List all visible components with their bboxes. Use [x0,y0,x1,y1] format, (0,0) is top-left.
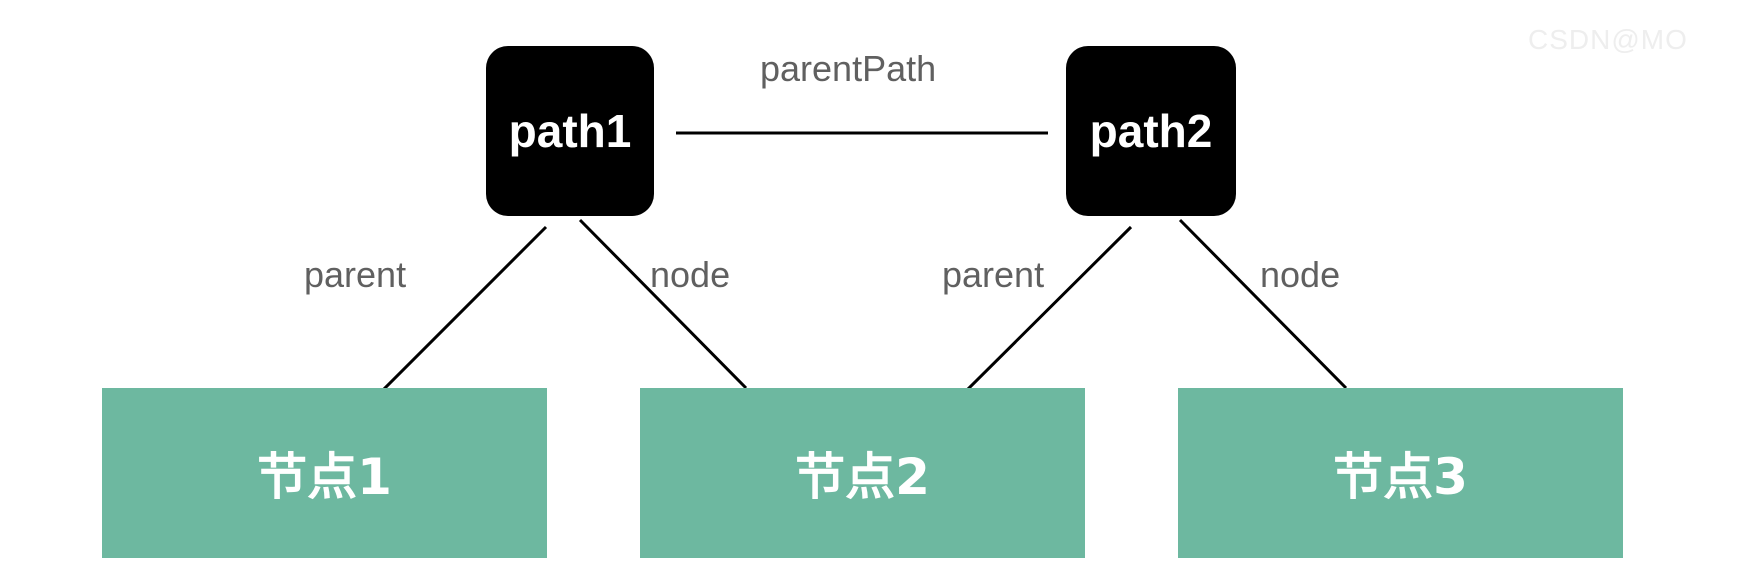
edge-path2-parent-line [960,225,1133,397]
node3-label: 节点3 [1333,448,1468,506]
edge-label-path1-node: node [650,254,731,295]
path1-box: path1 [486,46,654,216]
node2-label: 节点2 [795,448,930,506]
edge-path2-node-line [1178,218,1348,390]
path2-box: path2 [1066,46,1236,216]
path2-label: path2 [1089,105,1213,157]
node2-box: 节点2 [640,388,1085,558]
path1-label: path1 [508,105,632,157]
node1-box: 节点1 [102,388,547,558]
watermark: CSDN@MO [1528,24,1688,55]
edge-path1-parent-line [376,225,548,397]
edge-label-parentpath: parentPath [760,48,937,89]
edge-label-path1-parent: parent [304,254,407,295]
edge-path1-node-line [578,218,748,390]
node3-box: 节点3 [1178,388,1623,558]
edge-label-path2-parent: parent [942,254,1045,295]
node1-label: 节点1 [257,448,392,506]
edge-label-path2-node: node [1260,254,1341,295]
